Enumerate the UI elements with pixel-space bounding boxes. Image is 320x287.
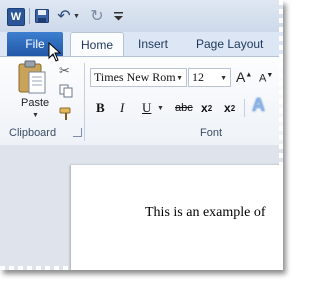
- paste-label: Paste: [21, 97, 50, 109]
- text-effects-icon[interactable]: A: [252, 95, 265, 116]
- redo-icon[interactable]: ↻: [90, 8, 104, 25]
- tab-insert[interactable]: Insert: [138, 32, 168, 56]
- superscript-base: x: [224, 101, 231, 115]
- strikethrough-button[interactable]: abc: [175, 99, 193, 117]
- superscript-mark: 2: [230, 103, 236, 113]
- font-size-select[interactable]: 12 ▼: [188, 68, 231, 87]
- clipboard-icon: [18, 60, 46, 94]
- copy-icon[interactable]: [59, 84, 73, 98]
- clipboard-dialog-launcher-icon[interactable]: [73, 128, 82, 137]
- chevron-down-icon[interactable]: ▼: [176, 74, 183, 82]
- chevron-down-icon[interactable]: ▼: [220, 74, 227, 82]
- superscript-button[interactable]: x2: [224, 99, 235, 117]
- shrink-font-icon[interactable]: A▼: [259, 72, 273, 85]
- customize-quick-access-icon[interactable]: [113, 8, 123, 24]
- torn-edge-bottom: [0, 266, 283, 270]
- font-size-value: 12: [192, 70, 204, 84]
- subscript-button[interactable]: x2: [201, 99, 212, 117]
- italic-button[interactable]: I: [120, 99, 124, 117]
- quick-access-divider: [29, 8, 30, 24]
- format-divider: [244, 99, 245, 117]
- document-text[interactable]: This is an example of: [145, 205, 266, 221]
- font-group-label: Font: [200, 127, 223, 139]
- ribbon-tab-row: File Home Insert Page Layout: [0, 32, 283, 56]
- underline-dropdown-icon[interactable]: ▼: [157, 105, 164, 112]
- format-painter-icon[interactable]: [59, 107, 73, 121]
- underline-button[interactable]: U: [142, 99, 151, 117]
- font-name-select[interactable]: Times New Rom ▼: [90, 68, 187, 87]
- subscript-base: x: [201, 101, 208, 115]
- paste-dropdown-icon[interactable]: ▼: [32, 112, 39, 119]
- ribbon-home: Paste ▼ ✂ Clipboard Times New Rom ▼ 12 ▼: [0, 56, 283, 146]
- tab-home[interactable]: Home: [70, 32, 124, 56]
- undo-icon[interactable]: ↶: [57, 8, 71, 25]
- group-divider: [84, 63, 85, 141]
- tab-page-layout[interactable]: Page Layout: [196, 32, 263, 56]
- torn-edge-right: [279, 0, 283, 270]
- bold-button[interactable]: B: [96, 99, 105, 117]
- clipboard-group-label: Clipboard: [9, 127, 57, 139]
- title-bar: W ↶ ▼ ↻: [0, 0, 283, 32]
- grow-font-icon[interactable]: A▲: [236, 69, 252, 85]
- word-app-icon[interactable]: W: [7, 8, 25, 26]
- undo-dropdown-icon[interactable]: ▼: [73, 8, 80, 24]
- save-icon[interactable]: [35, 8, 49, 24]
- document-page[interactable]: This is an example of: [71, 165, 283, 270]
- subscript-mark: 2: [207, 103, 213, 113]
- document-area: This is an example of: [0, 145, 283, 270]
- font-name-value: Times New Rom: [94, 70, 176, 84]
- mouse-pointer-icon: [48, 41, 62, 67]
- word-window: W ↶ ▼ ↻ File Home Insert Page Layout Pas…: [0, 0, 283, 270]
